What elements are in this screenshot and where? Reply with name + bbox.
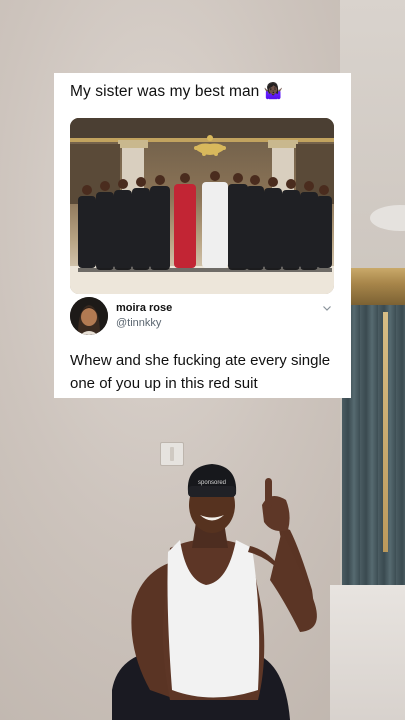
tweet-photo[interactable] bbox=[70, 118, 334, 294]
beanie-logo-text: sponsored bbox=[198, 480, 226, 486]
avatar[interactable] bbox=[70, 297, 108, 335]
tweet-card[interactable]: My sister was my best man 🤷🏿‍♀️ bbox=[54, 73, 351, 398]
author-name[interactable]: moira rose bbox=[116, 302, 172, 314]
tweet-author[interactable]: moira rose @tinnkky bbox=[70, 297, 336, 337]
author-handle[interactable]: @tinnkky bbox=[116, 317, 161, 329]
memoji-avatar-icon bbox=[70, 297, 108, 335]
wedding-party-photo bbox=[70, 118, 334, 294]
chevron-down-icon[interactable] bbox=[322, 303, 332, 313]
tweet-text: Whew and she fucking ate every single on… bbox=[70, 352, 331, 392]
tweet-caption: My sister was my best man 🤷🏿‍♀️ bbox=[70, 83, 284, 100]
